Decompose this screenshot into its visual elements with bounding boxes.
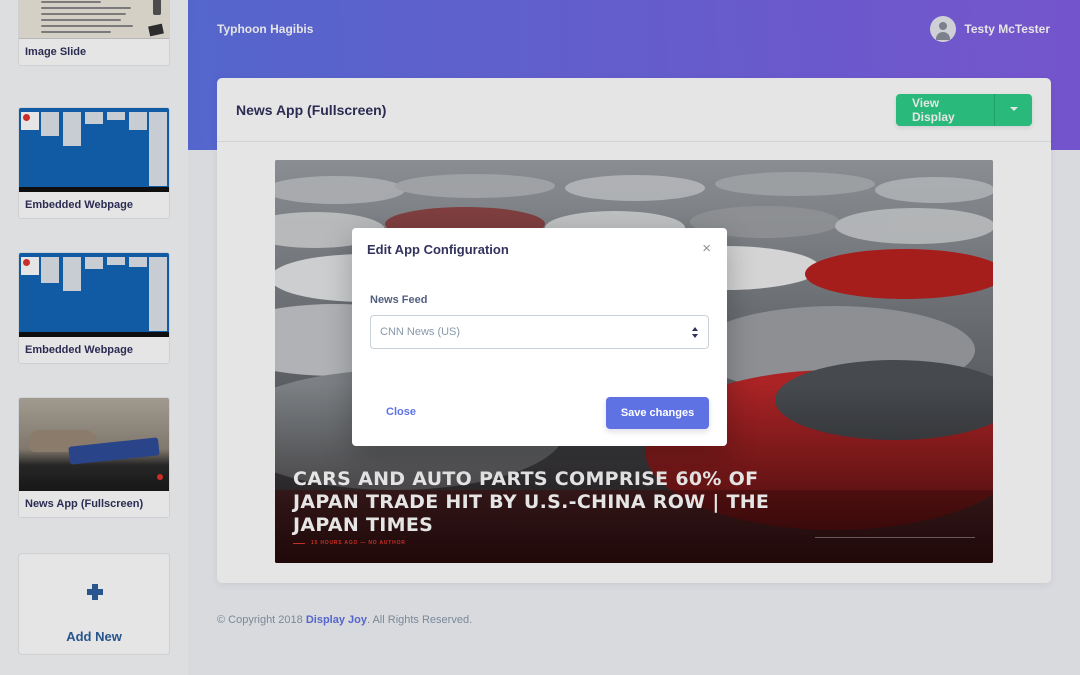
close-button[interactable]: Close <box>386 406 416 418</box>
modal-title: Edit App Configuration <box>367 242 509 257</box>
news-feed-value: CNN News (US) <box>380 326 461 338</box>
save-changes-button[interactable]: Save changes <box>606 397 709 429</box>
news-feed-label: News Feed <box>370 294 428 306</box>
select-arrows-icon <box>692 327 698 338</box>
close-icon[interactable]: × <box>702 241 711 257</box>
edit-app-config-modal: Edit App Configuration × News Feed CNN N… <box>352 228 727 446</box>
news-feed-select[interactable]: CNN News (US) <box>370 315 709 349</box>
